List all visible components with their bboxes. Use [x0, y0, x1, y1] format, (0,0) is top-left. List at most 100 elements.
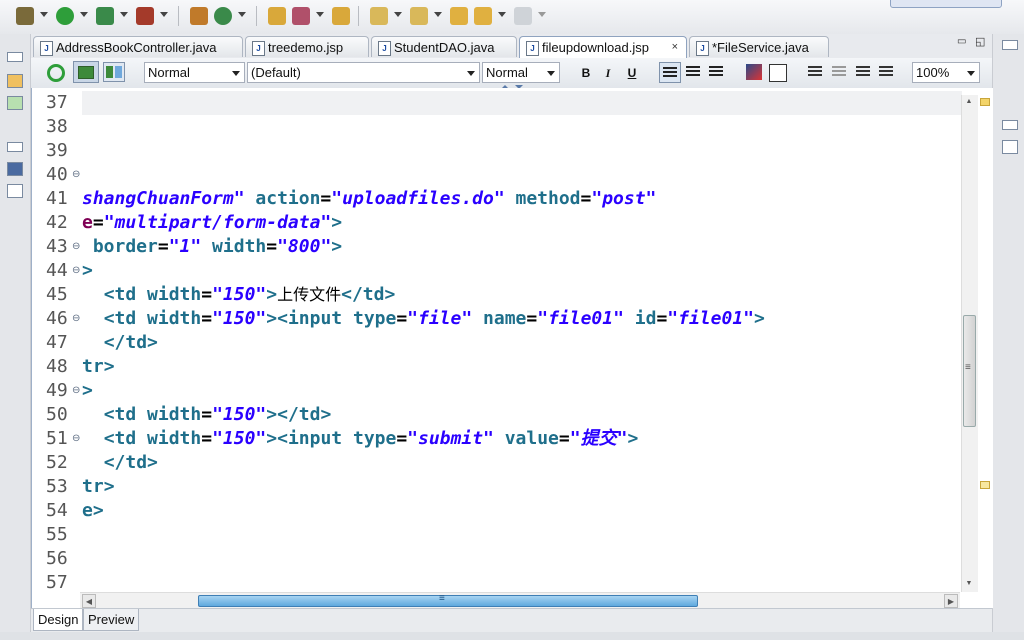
- new-class-dropdown-icon[interactable]: [238, 12, 246, 17]
- scroll-right-icon[interactable]: ▶: [944, 594, 958, 608]
- align-right-button[interactable]: [709, 66, 723, 68]
- code-line: border="1" width="800">: [82, 236, 343, 257]
- external-dropdown-icon[interactable]: [120, 12, 128, 17]
- zoom-select[interactable]: 100%: [912, 62, 980, 83]
- font-select[interactable]: (Default): [247, 62, 480, 83]
- code-line: e>: [82, 500, 104, 521]
- layout-vertical-icon[interactable]: [103, 62, 125, 82]
- forward-dropdown-icon[interactable]: [538, 12, 546, 17]
- line-number: 56: [46, 548, 68, 569]
- properties-icon[interactable]: [7, 184, 23, 198]
- tab-addressbookcontroller[interactable]: J AddressBookController.java: [33, 36, 243, 57]
- horizontal-scrollbar[interactable]: ◀ ≡ ▶: [80, 592, 960, 609]
- align-center-button[interactable]: [686, 66, 700, 68]
- new-class-icon[interactable]: [214, 7, 232, 25]
- design-toolbar: Normal (Default) Normal B I U 100%: [31, 58, 992, 89]
- code-line: e="multipart/form-data">: [82, 212, 343, 233]
- run-icon[interactable]: [56, 7, 74, 25]
- chevron-down-icon: [547, 71, 555, 76]
- open-task-icon[interactable]: [332, 7, 350, 25]
- background-color-icon[interactable]: [769, 64, 787, 82]
- server-dropdown-icon[interactable]: [160, 12, 168, 17]
- debug-dropdown-icon[interactable]: [40, 12, 48, 17]
- restore-icon[interactable]: [7, 142, 23, 152]
- right-trim-bar: [992, 34, 1024, 640]
- last-edit-icon[interactable]: [450, 7, 468, 25]
- close-icon[interactable]: ×: [672, 37, 678, 58]
- previous-annotation-icon[interactable]: [410, 7, 428, 25]
- search-icon[interactable]: [292, 7, 310, 25]
- fold-toggle-icon[interactable]: ⊖: [72, 427, 80, 451]
- tab-fileupdownload[interactable]: J fileupdownload.jsp ×: [519, 36, 687, 59]
- scroll-down-icon[interactable]: ▼: [962, 577, 976, 591]
- refresh-icon[interactable]: [47, 64, 65, 82]
- new-package-icon[interactable]: [190, 7, 208, 25]
- server-icon[interactable]: [136, 7, 154, 25]
- overview-mark[interactable]: [980, 481, 990, 489]
- code-line: <td width="150"></td>: [103, 404, 332, 425]
- bullet-list-icon[interactable]: [879, 66, 893, 68]
- underline-button[interactable]: U: [623, 64, 641, 82]
- font-size-select[interactable]: Normal: [482, 62, 560, 83]
- forward-icon[interactable]: [514, 7, 532, 25]
- source-editor[interactable]: 37 38 39 40 ⊖ 41 42 43 ⊖ 44 ⊖ 45 46 ⊖ 47 48 49 ⊖ 50 51 ⊖ 52 53…: [31, 88, 993, 608]
- hierarchy-icon[interactable]: [7, 96, 23, 110]
- perspective-switcher[interactable]: [890, 0, 1002, 8]
- outdent-icon[interactable]: [808, 66, 822, 68]
- italic-button[interactable]: I: [599, 64, 617, 82]
- fold-toggle-icon[interactable]: ⊖: [72, 307, 80, 331]
- tab-fileservice[interactable]: J *FileService.java: [689, 36, 829, 57]
- code-line: >: [82, 260, 93, 281]
- previous-annotation-dropdown-icon[interactable]: [434, 12, 442, 17]
- overview-mark[interactable]: [980, 98, 990, 106]
- indent-icon[interactable]: [832, 66, 846, 68]
- scroll-up-icon[interactable]: ▲: [962, 95, 976, 109]
- package-explorer-icon[interactable]: [7, 74, 23, 88]
- align-left-button[interactable]: [659, 62, 681, 83]
- restore-icon[interactable]: [1002, 120, 1018, 130]
- minimize-icon[interactable]: ▭: [957, 36, 966, 47]
- debug-icon[interactable]: [16, 7, 34, 25]
- scroll-left-icon[interactable]: ◀: [82, 594, 96, 608]
- code-line: <td width="150"><input type="file" name=…: [103, 308, 765, 329]
- tab-preview[interactable]: Preview: [83, 609, 140, 631]
- outline-icon[interactable]: [7, 162, 23, 176]
- text-color-icon[interactable]: [746, 64, 762, 80]
- task-list-icon[interactable]: [1002, 140, 1018, 154]
- open-type-icon[interactable]: [268, 7, 286, 25]
- back-icon[interactable]: [474, 7, 492, 25]
- tab-design[interactable]: Design: [33, 609, 84, 631]
- numbered-list-icon[interactable]: [856, 66, 870, 68]
- tab-studentdao[interactable]: J StudentDAO.java: [371, 36, 517, 57]
- code-line: </td>: [103, 452, 158, 473]
- fold-toggle-icon[interactable]: ⊖: [72, 259, 80, 283]
- current-line-highlight: [82, 91, 962, 115]
- run-external-icon[interactable]: [96, 7, 114, 25]
- vertical-scroll-thumb[interactable]: ≡: [963, 315, 976, 427]
- code-line: </td>: [103, 332, 158, 353]
- vertical-scrollbar[interactable]: ▲ ≡ ▼: [961, 95, 978, 592]
- search-dropdown-icon[interactable]: [316, 12, 324, 17]
- code-line: <td width="150"><input type="submit" val…: [103, 428, 639, 449]
- status-bar: [0, 632, 1024, 640]
- font-size-value: Normal: [486, 65, 528, 80]
- next-annotation-dropdown-icon[interactable]: [394, 12, 402, 17]
- fold-toggle-icon[interactable]: ⊖: [72, 379, 80, 403]
- tab-label: StudentDAO.java: [394, 40, 495, 55]
- line-number: 45: [46, 284, 68, 305]
- bold-button[interactable]: B: [577, 64, 595, 82]
- fold-toggle-icon[interactable]: ⊖: [72, 163, 80, 187]
- layout-horizontal-icon[interactable]: [73, 61, 99, 83]
- line-number: 43: [46, 236, 68, 257]
- horizontal-scroll-thumb[interactable]: ≡: [198, 593, 698, 607]
- fold-toggle-icon[interactable]: ⊖: [72, 235, 80, 259]
- restore-icon[interactable]: [7, 52, 23, 62]
- tab-treedemo[interactable]: J treedemo.jsp: [245, 36, 369, 57]
- paragraph-style-select[interactable]: Normal: [144, 62, 245, 83]
- line-number: 47: [46, 332, 68, 353]
- run-dropdown-icon[interactable]: [80, 12, 88, 17]
- back-dropdown-icon[interactable]: [498, 12, 506, 17]
- restore-icon[interactable]: [1002, 40, 1018, 50]
- next-annotation-icon[interactable]: [370, 7, 388, 25]
- maximize-icon[interactable]: ◱: [975, 35, 985, 48]
